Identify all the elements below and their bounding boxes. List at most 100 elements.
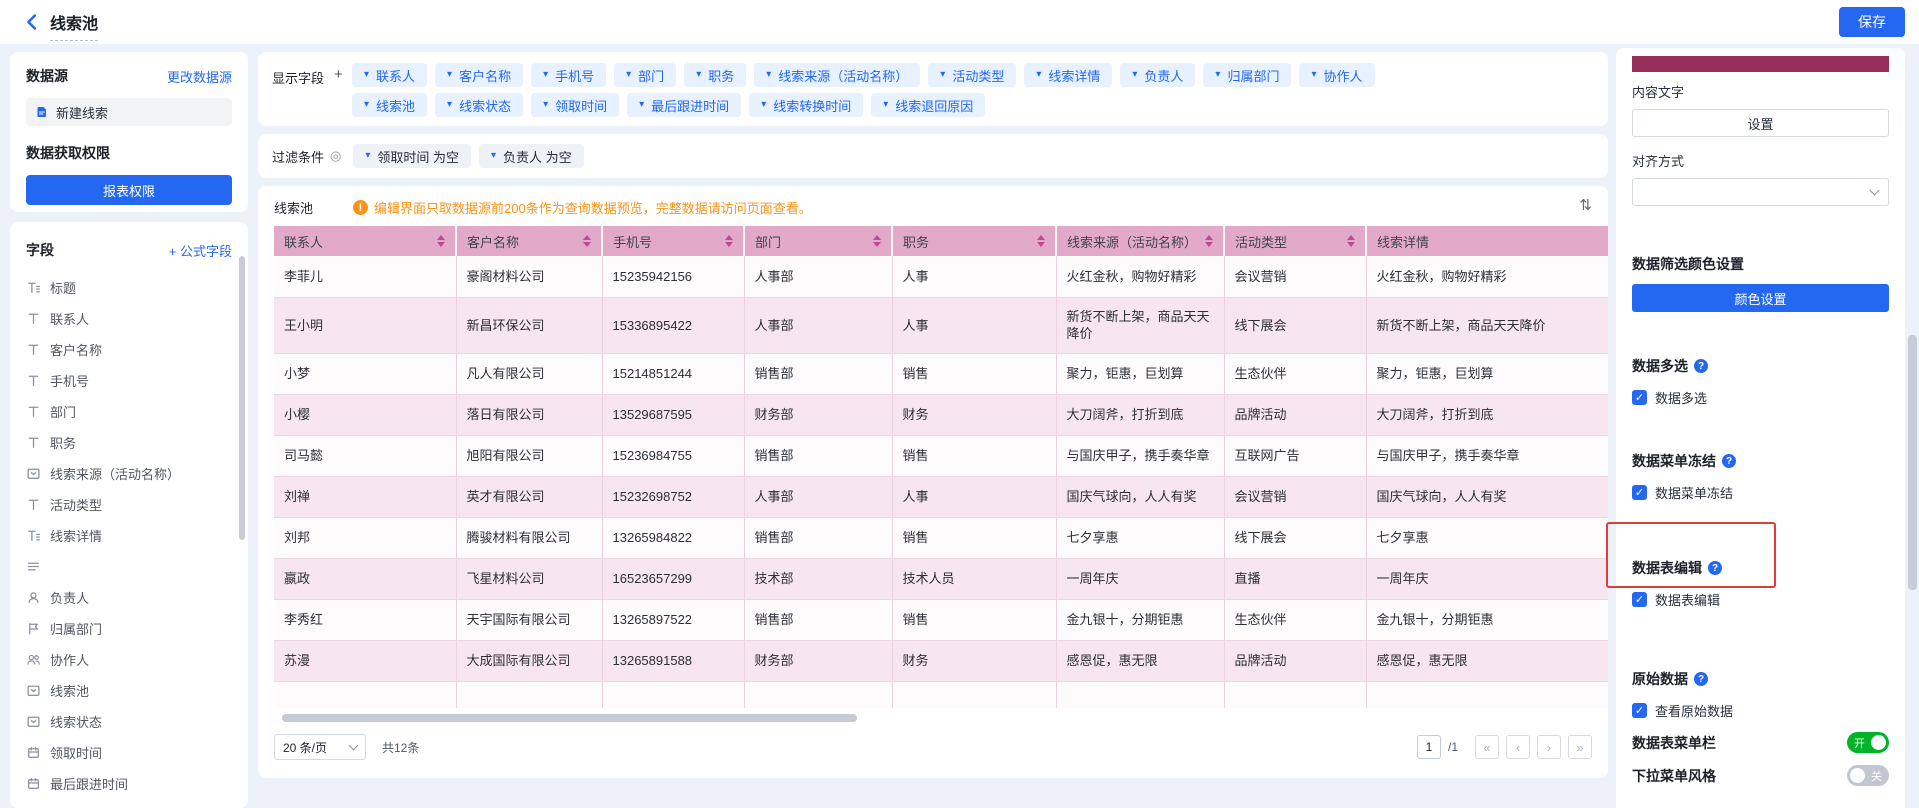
save-button[interactable]: 保存 <box>1839 7 1905 37</box>
field-item[interactable]: 线索详情 <box>26 520 232 551</box>
field-item[interactable] <box>26 551 232 582</box>
table-edit-checkbox[interactable]: ✓ <box>1632 592 1647 607</box>
fields-scrollbar[interactable] <box>239 256 245 540</box>
table-column-header[interactable]: 客户名称 <box>456 226 602 256</box>
back-icon[interactable] <box>22 12 42 32</box>
field-chip[interactable]: ▾ 归属部门 <box>1203 63 1291 87</box>
menu-freeze-option: ✓ 数据菜单冻结 <box>1632 483 1889 502</box>
table-menubar-toggle[interactable]: 开 <box>1847 732 1889 753</box>
align-select[interactable] <box>1632 178 1889 206</box>
sort-icon[interactable] <box>873 235 881 247</box>
field-chip[interactable]: ▾ 最后跟进时间 <box>627 93 741 117</box>
color-swatch[interactable] <box>1632 56 1889 72</box>
sort-icon[interactable] <box>1037 235 1045 247</box>
page-size-select[interactable]: 20 条/页 <box>274 734 366 760</box>
color-settings-button[interactable]: 颜色设置 <box>1632 284 1889 312</box>
table-cell: 国庆气球向，人人有奖 <box>1056 476 1224 517</box>
help-icon[interactable]: ? <box>1708 561 1722 575</box>
table-column-header[interactable]: 职务 <box>892 226 1056 256</box>
field-chip[interactable]: ▾ 协作人 <box>1299 63 1374 87</box>
field-chip[interactable]: ▾ 线索状态 <box>435 93 523 117</box>
table-cell: 财务部 <box>744 640 892 681</box>
dropdown-style-toggle[interactable]: 关 <box>1847 765 1889 786</box>
field-item[interactable]: 最后跟进时间 <box>26 768 232 799</box>
field-item[interactable]: 线索来源（活动名称） <box>26 458 232 489</box>
field-item[interactable]: 联系人 <box>26 303 232 334</box>
field-item[interactable]: 标题 <box>26 272 232 303</box>
table-column-header[interactable]: 线索详情 <box>1366 226 1608 256</box>
field-chip[interactable]: ▾ 部门 <box>614 63 676 87</box>
chevron-down-icon: ▾ <box>766 70 771 80</box>
help-icon[interactable]: ? <box>1722 454 1736 468</box>
field-chip[interactable]: ▾ 线索详情 <box>1024 63 1112 87</box>
sort-icon[interactable] <box>1347 235 1355 247</box>
sort-icon[interactable] <box>583 235 591 247</box>
table-column-header[interactable]: 部门 <box>744 226 892 256</box>
help-icon[interactable]: ? <box>1694 359 1708 373</box>
table-cell <box>1056 681 1224 708</box>
table-cell: 销售部 <box>744 517 892 558</box>
content-text-settings-button[interactable]: 设置 <box>1632 109 1889 137</box>
table-column-header[interactable]: 手机号 <box>602 226 744 256</box>
field-item[interactable]: 职务 <box>26 427 232 458</box>
table-column-header[interactable]: 联系人 <box>274 226 456 256</box>
field-chip[interactable]: ▾ 领取时间 <box>531 93 619 117</box>
raw-data-option: ✓ 查看原始数据 <box>1632 701 1889 720</box>
field-chip[interactable]: ▾ 线索退回原因 <box>871 93 985 117</box>
table-cell: 直播 <box>1224 558 1366 599</box>
horizontal-scrollbar[interactable] <box>282 714 857 722</box>
table-cell: 人事 <box>892 476 1056 517</box>
field-chip[interactable]: ▾ 领取时间 为空 <box>353 144 471 168</box>
last-page-button[interactable] <box>1568 735 1592 759</box>
add-field-button[interactable]: + <box>334 68 343 115</box>
field-item[interactable]: 线索状态 <box>26 706 232 737</box>
field-item[interactable]: 归属部门 <box>26 613 232 644</box>
window-scrollbar[interactable] <box>1908 335 1917 590</box>
field-chip[interactable]: ▾ 负责人 <box>1120 63 1195 87</box>
field-chip[interactable]: ▾ 活动类型 <box>928 63 1016 87</box>
table-cell: 王小明 <box>274 297 456 353</box>
datasource-item[interactable]: 新建线索 <box>26 98 232 126</box>
sort-icon[interactable] <box>1205 235 1213 247</box>
menu-freeze-checkbox[interactable]: ✓ <box>1632 485 1647 500</box>
table-column-header[interactable]: 线索来源（活动名称） <box>1056 226 1224 256</box>
chip-label: 线索来源（活动名称） <box>778 66 908 85</box>
prev-page-button[interactable] <box>1506 735 1530 759</box>
field-item[interactable]: 客户名称 <box>26 334 232 365</box>
field-item[interactable]: 活动类型 <box>26 489 232 520</box>
current-page-input[interactable]: 1 <box>1417 735 1441 759</box>
add-formula-field-link[interactable]: + 公式字段 <box>169 241 232 260</box>
field-item[interactable]: 线索池 <box>26 675 232 706</box>
table-cell: 英才有限公司 <box>456 476 602 517</box>
select-icon <box>26 714 41 729</box>
next-page-button[interactable] <box>1537 735 1561 759</box>
field-chip[interactable]: ▾ 线索转换时间 <box>749 93 863 117</box>
field-chip[interactable]: ▾ 线索池 <box>352 93 427 117</box>
report-permission-button[interactable]: 报表权限 <box>26 175 232 205</box>
table-cell: 人事部 <box>744 476 892 517</box>
field-item[interactable]: 部门 <box>26 396 232 427</box>
field-item[interactable]: 协作人 <box>26 644 232 675</box>
field-chip[interactable]: ▾ 线索来源（活动名称） <box>754 63 920 87</box>
datasource-label: 数据源 <box>26 66 68 86</box>
filter-target-icon[interactable]: ◎ <box>330 148 341 164</box>
title-icon <box>26 280 41 295</box>
sort-icon[interactable] <box>437 235 445 247</box>
field-item[interactable]: 手机号 <box>26 365 232 396</box>
sort-icon[interactable] <box>725 235 733 247</box>
table-column-header[interactable]: 活动类型 <box>1224 226 1366 256</box>
change-datasource-link[interactable]: 更改数据源 <box>167 67 232 86</box>
sort-order-icon[interactable]: ⇅ <box>1579 196 1592 214</box>
field-chip[interactable]: ▾ 客户名称 <box>435 63 523 87</box>
field-chip[interactable]: ▾ 负责人 为空 <box>479 144 584 168</box>
raw-data-checkbox[interactable]: ✓ <box>1632 703 1647 718</box>
help-icon[interactable]: ? <box>1694 672 1708 686</box>
first-page-button[interactable] <box>1475 735 1499 759</box>
field-item[interactable]: 领取时间 <box>26 737 232 768</box>
field-item[interactable]: 负责人 <box>26 582 232 613</box>
field-chip[interactable]: ▾ 职务 <box>684 63 746 87</box>
multi-select-checkbox[interactable]: ✓ <box>1632 390 1647 405</box>
field-chip[interactable]: ▾ 联系人 <box>352 63 427 87</box>
page-title[interactable]: 线索池 <box>50 10 98 41</box>
field-chip[interactable]: ▾ 手机号 <box>531 63 606 87</box>
